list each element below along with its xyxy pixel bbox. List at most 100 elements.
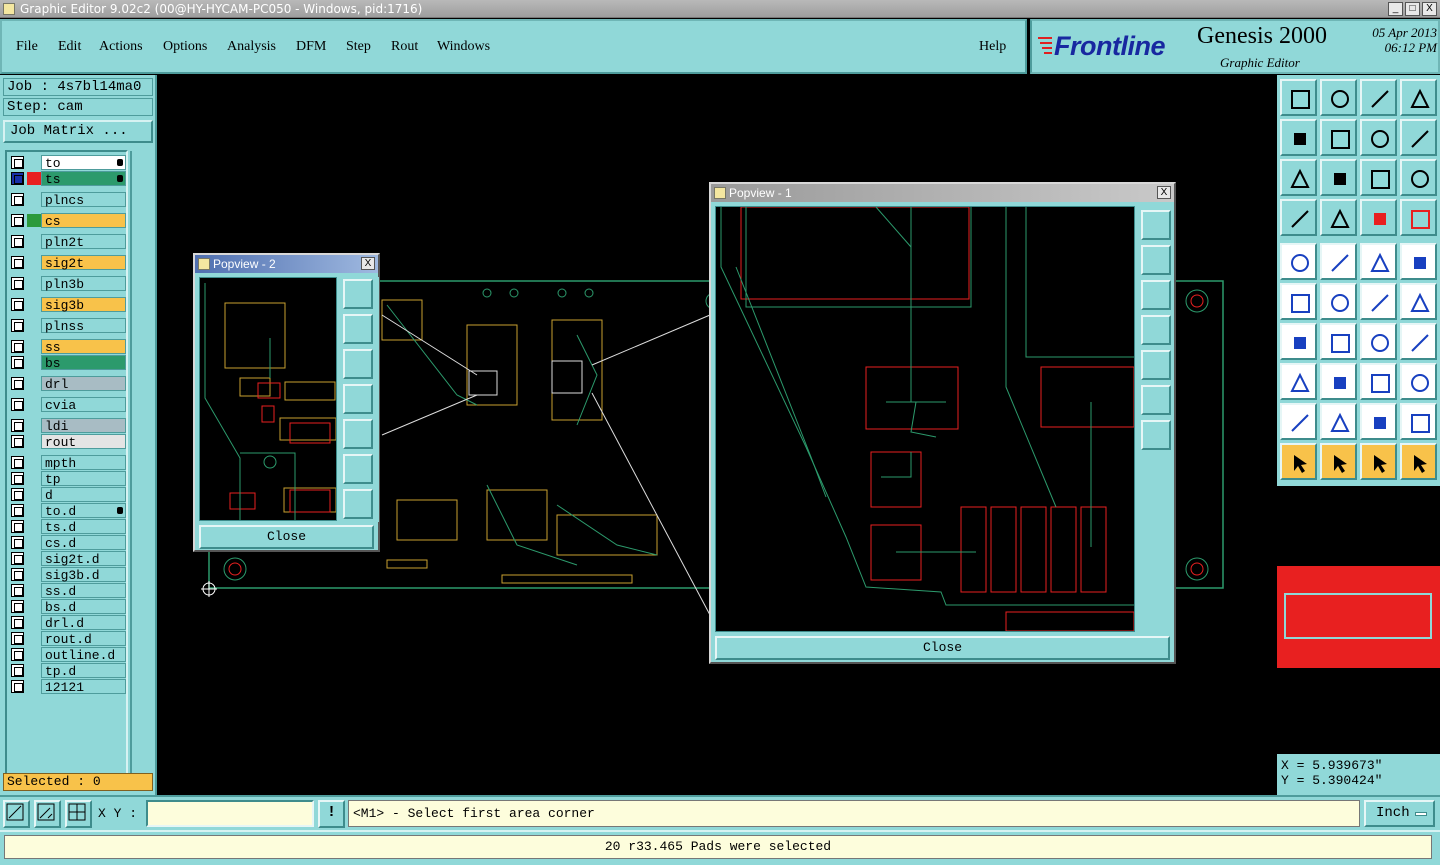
layer-color-swatch[interactable] (27, 680, 41, 693)
layer-name[interactable]: rout (41, 434, 126, 450)
layer-color-swatch[interactable] (27, 536, 41, 549)
line-icon[interactable] (1320, 323, 1357, 360)
layer-row-sig2t[interactable]: sig2t (9, 255, 126, 271)
highlight-icon[interactable] (1360, 199, 1397, 236)
layer-checkbox[interactable] (11, 356, 24, 369)
layer-row-ts[interactable]: ts (9, 171, 126, 187)
pan-right-icon[interactable] (1320, 119, 1357, 156)
layer-color-swatch[interactable] (27, 319, 41, 332)
layer-checkbox[interactable] (11, 377, 24, 390)
layer-checkbox[interactable] (11, 488, 24, 501)
layer-row-d[interactable]: d (9, 487, 126, 503)
layer-checkbox[interactable] (11, 568, 24, 581)
layer-name[interactable]: plnss (41, 318, 126, 334)
arc-icon[interactable] (1360, 323, 1397, 360)
popview-1-zoom-in-icon[interactable] (1141, 420, 1171, 450)
zoom-home-icon[interactable] (1280, 79, 1317, 116)
layer-color-swatch[interactable] (27, 616, 41, 629)
layer-checkbox[interactable] (11, 319, 24, 332)
merge-icon[interactable] (1400, 363, 1437, 400)
popview-2-canvas[interactable] (199, 277, 337, 521)
grid-snap-icon[interactable] (65, 800, 92, 828)
layer-checkbox[interactable] (11, 632, 24, 645)
layer-color-swatch[interactable] (27, 584, 41, 597)
measure-line-icon[interactable] (34, 800, 61, 828)
layer-color-swatch[interactable] (27, 664, 41, 677)
layer-row-outline.d[interactable]: outline.d (9, 647, 126, 663)
popview-1-sync-icon[interactable] (1141, 210, 1171, 240)
layer-row-ts.d[interactable]: ts.d (9, 519, 126, 535)
layer-name[interactable]: sig2t.d (41, 551, 126, 567)
layer-color-swatch[interactable] (27, 504, 41, 517)
triangle-edit-icon[interactable] (1320, 403, 1357, 440)
layer-row-sig2t.d[interactable]: sig2t.d (9, 551, 126, 567)
layer-name[interactable]: cvia (41, 397, 126, 413)
layer-name[interactable]: ss.d (41, 583, 126, 599)
layer-checkbox[interactable] (11, 172, 24, 185)
dimension-icon[interactable] (1280, 363, 1317, 400)
fit-icon[interactable] (1280, 159, 1317, 196)
layer-name[interactable]: 12121 (41, 679, 126, 695)
layer-name[interactable]: to (41, 155, 126, 171)
layer-row-to[interactable]: to (9, 155, 126, 171)
popview-1-close-icon[interactable]: X (1157, 186, 1171, 199)
move-icon[interactable] (1360, 283, 1397, 320)
layer-name[interactable]: sig3b.d (41, 567, 126, 583)
layer-row-to.d[interactable]: to.d (9, 503, 126, 519)
layer-row-plncs[interactable]: plncs (9, 192, 126, 208)
layer-row-12121[interactable]: 12121 (9, 679, 126, 695)
popview-2-pan-left-icon[interactable] (343, 384, 373, 414)
popview-1-pan-down-icon[interactable] (1141, 280, 1171, 310)
drc-icon[interactable] (1320, 243, 1357, 280)
copy-icon[interactable] (1400, 283, 1437, 320)
measure-icon[interactable] (1360, 243, 1397, 280)
menu-edit[interactable]: Edit (58, 39, 81, 55)
layer-color-swatch[interactable] (27, 340, 41, 353)
flip-icon[interactable] (1400, 323, 1437, 360)
menu-step[interactable]: Step (346, 39, 371, 55)
popview-2-close-button[interactable]: Close (199, 525, 374, 549)
popview-1-pan-up-icon[interactable] (1141, 245, 1171, 275)
layer-row-pln2t[interactable]: pln2t (9, 234, 126, 250)
layer-name[interactable]: d (41, 487, 126, 503)
layer-name[interactable]: pln3b (41, 276, 126, 292)
layer-row-cs.d[interactable]: cs.d (9, 535, 126, 551)
layer-name[interactable]: sig3b (41, 297, 126, 313)
layer-color-swatch[interactable] (27, 568, 41, 581)
unit-select[interactable]: Inch (1364, 800, 1435, 827)
resize-icon[interactable] (1360, 363, 1397, 400)
layer-name[interactable]: mpth (41, 455, 126, 471)
select-box-icon[interactable] (1320, 443, 1357, 480)
feature-select-icon[interactable] (1400, 199, 1437, 236)
layer-checkbox[interactable] (11, 584, 24, 597)
undo-view-icon[interactable] (1360, 119, 1397, 156)
layer-checkbox[interactable] (11, 648, 24, 661)
layer-color-swatch[interactable] (27, 298, 41, 311)
help-query-icon[interactable] (1400, 159, 1437, 196)
layer-row-plnss[interactable]: plnss (9, 318, 126, 334)
layer-row-ss[interactable]: ss (9, 339, 126, 355)
layer-checkbox[interactable] (11, 664, 24, 677)
add-pad-icon[interactable] (1280, 243, 1317, 280)
xy-input[interactable] (146, 800, 314, 827)
select-icon[interactable] (1360, 443, 1397, 480)
layer-checkbox[interactable] (11, 256, 24, 269)
layer-name[interactable]: sig2t (41, 255, 126, 271)
arch-edit-icon[interactable] (1400, 403, 1437, 440)
zoom-in-icon[interactable] (1320, 79, 1357, 116)
layer-name[interactable]: ss (41, 339, 126, 355)
layer-name[interactable]: to.d (41, 503, 126, 519)
popview-1-zoom-out-icon[interactable] (1141, 385, 1171, 415)
layer-color-swatch[interactable] (27, 172, 41, 185)
layer-checkbox[interactable] (11, 214, 24, 227)
layer-name[interactable]: tp (41, 471, 126, 487)
layer-name[interactable]: rout.d (41, 631, 126, 647)
menu-help[interactable]: Help (979, 39, 1006, 55)
layer-checkbox[interactable] (11, 156, 24, 169)
layer-color-swatch[interactable] (27, 156, 41, 169)
layer-name[interactable]: pln2t (41, 234, 126, 250)
layer-name[interactable]: ts (41, 171, 126, 187)
job-matrix-button[interactable]: Job Matrix ... (3, 120, 153, 143)
maximize-button[interactable]: □ (1405, 2, 1420, 16)
layer-color-swatch[interactable] (27, 600, 41, 613)
